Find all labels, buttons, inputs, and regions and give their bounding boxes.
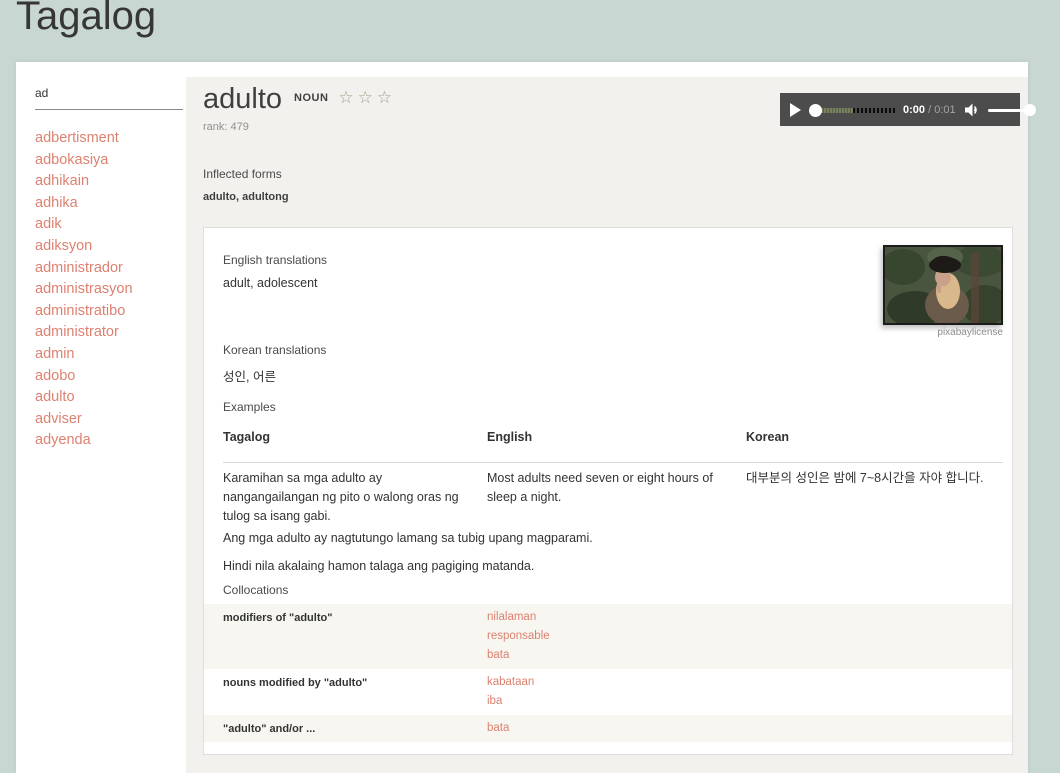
word-list-item[interactable]: adhikain: [35, 171, 186, 193]
play-button[interactable]: [789, 103, 801, 117]
collocation-links: nilalaman responsable bata: [487, 608, 1012, 665]
word-list-item[interactable]: adobo: [35, 366, 186, 388]
sidebar: adbertisment adbokasiya adhikain adhika …: [16, 62, 186, 773]
entry-header: adulto NOUN ☆☆☆: [203, 83, 396, 116]
volume-thumb[interactable]: [1024, 104, 1036, 116]
audio-player: 0:00 / 0:01: [780, 93, 1020, 126]
seek-buffered-bar: [817, 108, 853, 113]
entry-card: English translations adult, adolescent: [203, 227, 1013, 755]
collocation-link[interactable]: iba: [487, 692, 1012, 711]
entry-rank: rank: 479: [203, 121, 249, 133]
korean-translations-value: 성인, 어른: [223, 366, 276, 385]
collocation-row: nouns modified by "adulto" kabataan iba: [204, 669, 1012, 715]
collocation-link[interactable]: kabataan: [487, 673, 1012, 692]
word-list-item[interactable]: administrador: [35, 258, 186, 280]
entry-word: adulto: [203, 83, 282, 115]
collocation-link[interactable]: responsable: [487, 627, 1012, 646]
collocation-links: kabataan iba: [487, 673, 1012, 711]
example-row: Ang mga adulto ay nagtutungo lamang sa t…: [223, 531, 1003, 545]
english-translations-label: English translations: [223, 253, 327, 267]
seek-slider[interactable]: [809, 103, 895, 117]
collocation-link[interactable]: bata: [487, 646, 1012, 665]
word-list-item[interactable]: adyenda: [35, 430, 186, 452]
collocations-table: modifiers of "adulto" nilalaman responsa…: [204, 604, 1012, 742]
time-current: 0:00: [903, 104, 925, 116]
play-icon: [789, 103, 801, 117]
word-list-item[interactable]: adbokasiya: [35, 150, 186, 172]
seek-remaining-bar: [853, 108, 895, 113]
entry-photo: [883, 245, 1003, 325]
korean-translations-label: Korean translations: [223, 343, 326, 357]
time-duration: 0:01: [934, 104, 955, 116]
example-row: Hindi nila akalaing hamon talaga ang pag…: [223, 559, 1003, 573]
collocation-links: bata: [487, 719, 1012, 738]
word-list-item[interactable]: adviser: [35, 409, 186, 431]
collocation-link[interactable]: nilalaman: [487, 608, 1012, 627]
example-row: Karamihan sa mga adulto ay nangangailang…: [223, 469, 1003, 526]
word-list-item[interactable]: adhika: [35, 193, 186, 215]
examples-header-korean: Korean: [746, 430, 1003, 444]
word-list-item[interactable]: admin: [35, 344, 186, 366]
examples-header-english: English: [487, 430, 746, 444]
player-time: 0:00 / 0:01: [903, 104, 956, 116]
collocation-link[interactable]: bata: [487, 719, 1012, 738]
examples-header-tagalog: Tagalog: [223, 430, 487, 444]
example-tagalog: Karamihan sa mga adulto ay nangangailang…: [223, 469, 487, 526]
speaker-icon: [964, 103, 980, 117]
examples-header-row: Tagalog English Korean: [223, 430, 1003, 444]
search-input[interactable]: [35, 86, 183, 110]
inflected-forms-value: adulto, adultong: [203, 191, 289, 203]
entry-pos-badge: NOUN: [294, 92, 328, 104]
page-title: Tagalog: [16, 0, 156, 39]
rating-stars[interactable]: ☆☆☆: [338, 88, 396, 107]
word-list-item[interactable]: adbertisment: [35, 128, 186, 150]
collocation-row: modifiers of "adulto" nilalaman responsa…: [204, 604, 1012, 669]
content-wrapper: adbertisment adbokasiya adhikain adhika …: [16, 62, 1028, 773]
volume-slider[interactable]: [988, 103, 1036, 117]
examples-divider: [223, 462, 1003, 463]
collocations-label: Collocations: [223, 583, 288, 597]
photo-license-link[interactable]: pixabaylicense: [883, 327, 1003, 338]
word-list-item[interactable]: adulto: [35, 387, 186, 409]
word-list-item[interactable]: administratibo: [35, 301, 186, 323]
examples-label: Examples: [223, 400, 276, 414]
photo-image: [885, 247, 1001, 323]
collocation-label: modifiers of "adulto": [223, 608, 487, 665]
word-list-item[interactable]: administrasyon: [35, 279, 186, 301]
word-list: adbertisment adbokasiya adhikain adhika …: [35, 128, 186, 452]
example-english: Most adults need seven or eight hours of…: [487, 469, 746, 526]
collocation-label: nouns modified by "adulto": [223, 673, 487, 711]
inflected-forms-label: Inflected forms: [203, 167, 282, 181]
word-list-item[interactable]: adik: [35, 214, 186, 236]
english-translations-value: adult, adolescent: [223, 276, 318, 290]
main-content: adulto NOUN ☆☆☆ rank: 479 0:00 / 0:01: [186, 77, 1028, 773]
word-list-item[interactable]: administrator: [35, 322, 186, 344]
time-separator: /: [925, 104, 934, 116]
mute-button[interactable]: [964, 103, 980, 117]
word-list-item[interactable]: adiksyon: [35, 236, 186, 258]
seek-thumb[interactable]: [809, 104, 822, 117]
collocation-label: "adulto" and/or ...: [223, 719, 487, 738]
collocation-row: "adulto" and/or ... bata: [204, 715, 1012, 742]
example-korean: 대부분의 성인은 밤에 7~8시간을 자야 합니다.: [746, 469, 1003, 526]
